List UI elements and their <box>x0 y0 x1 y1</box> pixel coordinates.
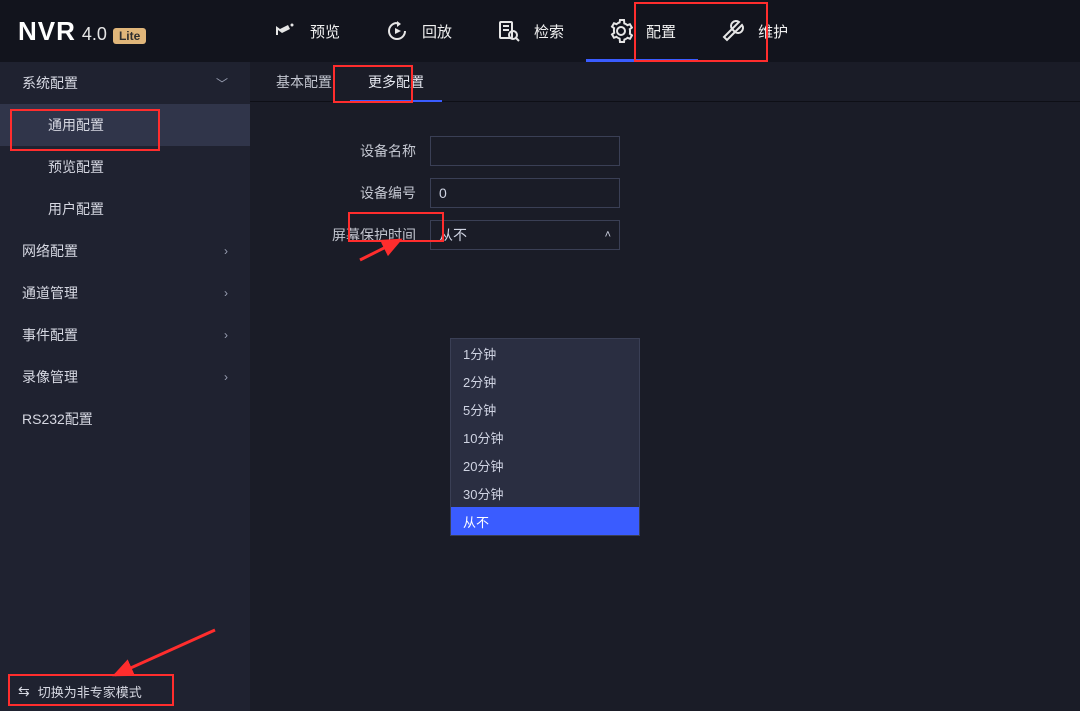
mode-switch-label: 切换为非专家模式 <box>38 682 142 701</box>
nav-preview-label: 预览 <box>310 21 340 42</box>
screensave-option[interactable]: 30分钟 <box>451 479 639 507</box>
sidebar-item-label: 事件配置 <box>22 325 78 345</box>
sidebar-item-system[interactable]: 系统配置 ﹀ <box>0 62 250 104</box>
nav-search-label: 检索 <box>534 21 564 42</box>
screensave-option[interactable]: 20分钟 <box>451 451 639 479</box>
chevron-right-icon: › <box>224 244 228 258</box>
mode-switch-button[interactable]: ⇆ 切换为非专家模式 <box>0 671 250 711</box>
tab-basic[interactable]: 基本配置 <box>258 62 350 101</box>
screensave-option[interactable]: 2分钟 <box>451 367 639 395</box>
chevron-right-icon: › <box>224 370 228 384</box>
main-panel: 基本配置 更多配置 设备名称 设备编号 屏幕保护时间 从不 ˄ <box>250 62 1080 711</box>
nav-config-label: 配置 <box>646 21 676 42</box>
screensave-option[interactable]: 5分钟 <box>451 395 639 423</box>
sidebar-item-label: RS232配置 <box>22 409 93 429</box>
screensave-label: 屏幕保护时间 <box>260 225 430 245</box>
nav-preview[interactable]: 预览 <box>250 0 362 62</box>
swap-icon: ⇆ <box>18 683 30 700</box>
top-nav: 预览 回放 检索 配置 维护 <box>250 0 810 62</box>
nav-playback[interactable]: 回放 <box>362 0 474 62</box>
device-name-input[interactable] <box>430 136 620 166</box>
sidebar-item-network[interactable]: 网络配置 › <box>0 230 250 272</box>
screensave-dropdown: 1分钟2分钟5分钟10分钟20分钟30分钟从不 <box>450 338 640 536</box>
tab-more[interactable]: 更多配置 <box>350 62 442 101</box>
screensave-select[interactable]: 从不 ˄ <box>430 220 620 250</box>
sidebar-item-label: 网络配置 <box>22 241 78 261</box>
sidebar-item-rs232[interactable]: RS232配置 <box>0 398 250 440</box>
device-no-input[interactable] <box>430 178 620 208</box>
screensave-option[interactable]: 从不 <box>451 507 639 535</box>
chevron-up-icon: ˄ <box>605 229 611 241</box>
settings-form: 设备名称 设备编号 屏幕保护时间 从不 ˄ <box>250 102 1080 284</box>
sidebar-item-record[interactable]: 录像管理 › <box>0 356 250 398</box>
sidebar-item-label: 用户配置 <box>48 199 104 219</box>
sidebar-item-event[interactable]: 事件配置 › <box>0 314 250 356</box>
nav-playback-label: 回放 <box>422 21 452 42</box>
sidebar-item-general[interactable]: 通用配置 <box>0 104 250 146</box>
playback-icon <box>384 18 410 44</box>
logo-edition: Lite <box>113 28 146 44</box>
chevron-right-icon: › <box>224 328 228 342</box>
tab-label: 更多配置 <box>368 72 424 92</box>
screensave-option[interactable]: 1分钟 <box>451 339 639 367</box>
chevron-down-icon: ﹀ <box>216 75 228 92</box>
sidebar-item-label: 预览配置 <box>48 157 104 177</box>
sidebar: 系统配置 ﹀ 通用配置 预览配置 用户配置 网络配置 › 通道管理 › 事件配置… <box>0 62 250 711</box>
sidebar-item-label: 系统配置 <box>22 73 78 93</box>
device-name-label: 设备名称 <box>260 141 430 161</box>
top-bar: NVR 4.0 Lite 预览 回放 检索 配置 <box>0 0 1080 62</box>
camera-icon <box>272 18 298 44</box>
screensave-value: 从不 <box>439 225 467 245</box>
search-file-icon <box>496 18 522 44</box>
sidebar-item-user[interactable]: 用户配置 <box>0 188 250 230</box>
nav-config[interactable]: 配置 <box>586 0 698 62</box>
nav-maintenance[interactable]: 维护 <box>698 0 810 62</box>
sidebar-item-preview[interactable]: 预览配置 <box>0 146 250 188</box>
tab-label: 基本配置 <box>276 72 332 92</box>
gear-icon <box>608 18 634 44</box>
wrench-icon <box>720 18 746 44</box>
screensave-option[interactable]: 10分钟 <box>451 423 639 451</box>
sidebar-item-channel[interactable]: 通道管理 › <box>0 272 250 314</box>
logo-version: 4.0 <box>82 24 107 45</box>
logo: NVR 4.0 Lite <box>0 16 250 47</box>
device-no-label: 设备编号 <box>260 183 430 203</box>
sidebar-item-label: 录像管理 <box>22 367 78 387</box>
nav-maintenance-label: 维护 <box>758 21 788 42</box>
sidebar-item-label: 通用配置 <box>48 115 104 135</box>
chevron-right-icon: › <box>224 286 228 300</box>
tabs: 基本配置 更多配置 <box>250 62 1080 102</box>
nav-search[interactable]: 检索 <box>474 0 586 62</box>
logo-name: NVR <box>18 16 76 47</box>
sidebar-item-label: 通道管理 <box>22 283 78 303</box>
